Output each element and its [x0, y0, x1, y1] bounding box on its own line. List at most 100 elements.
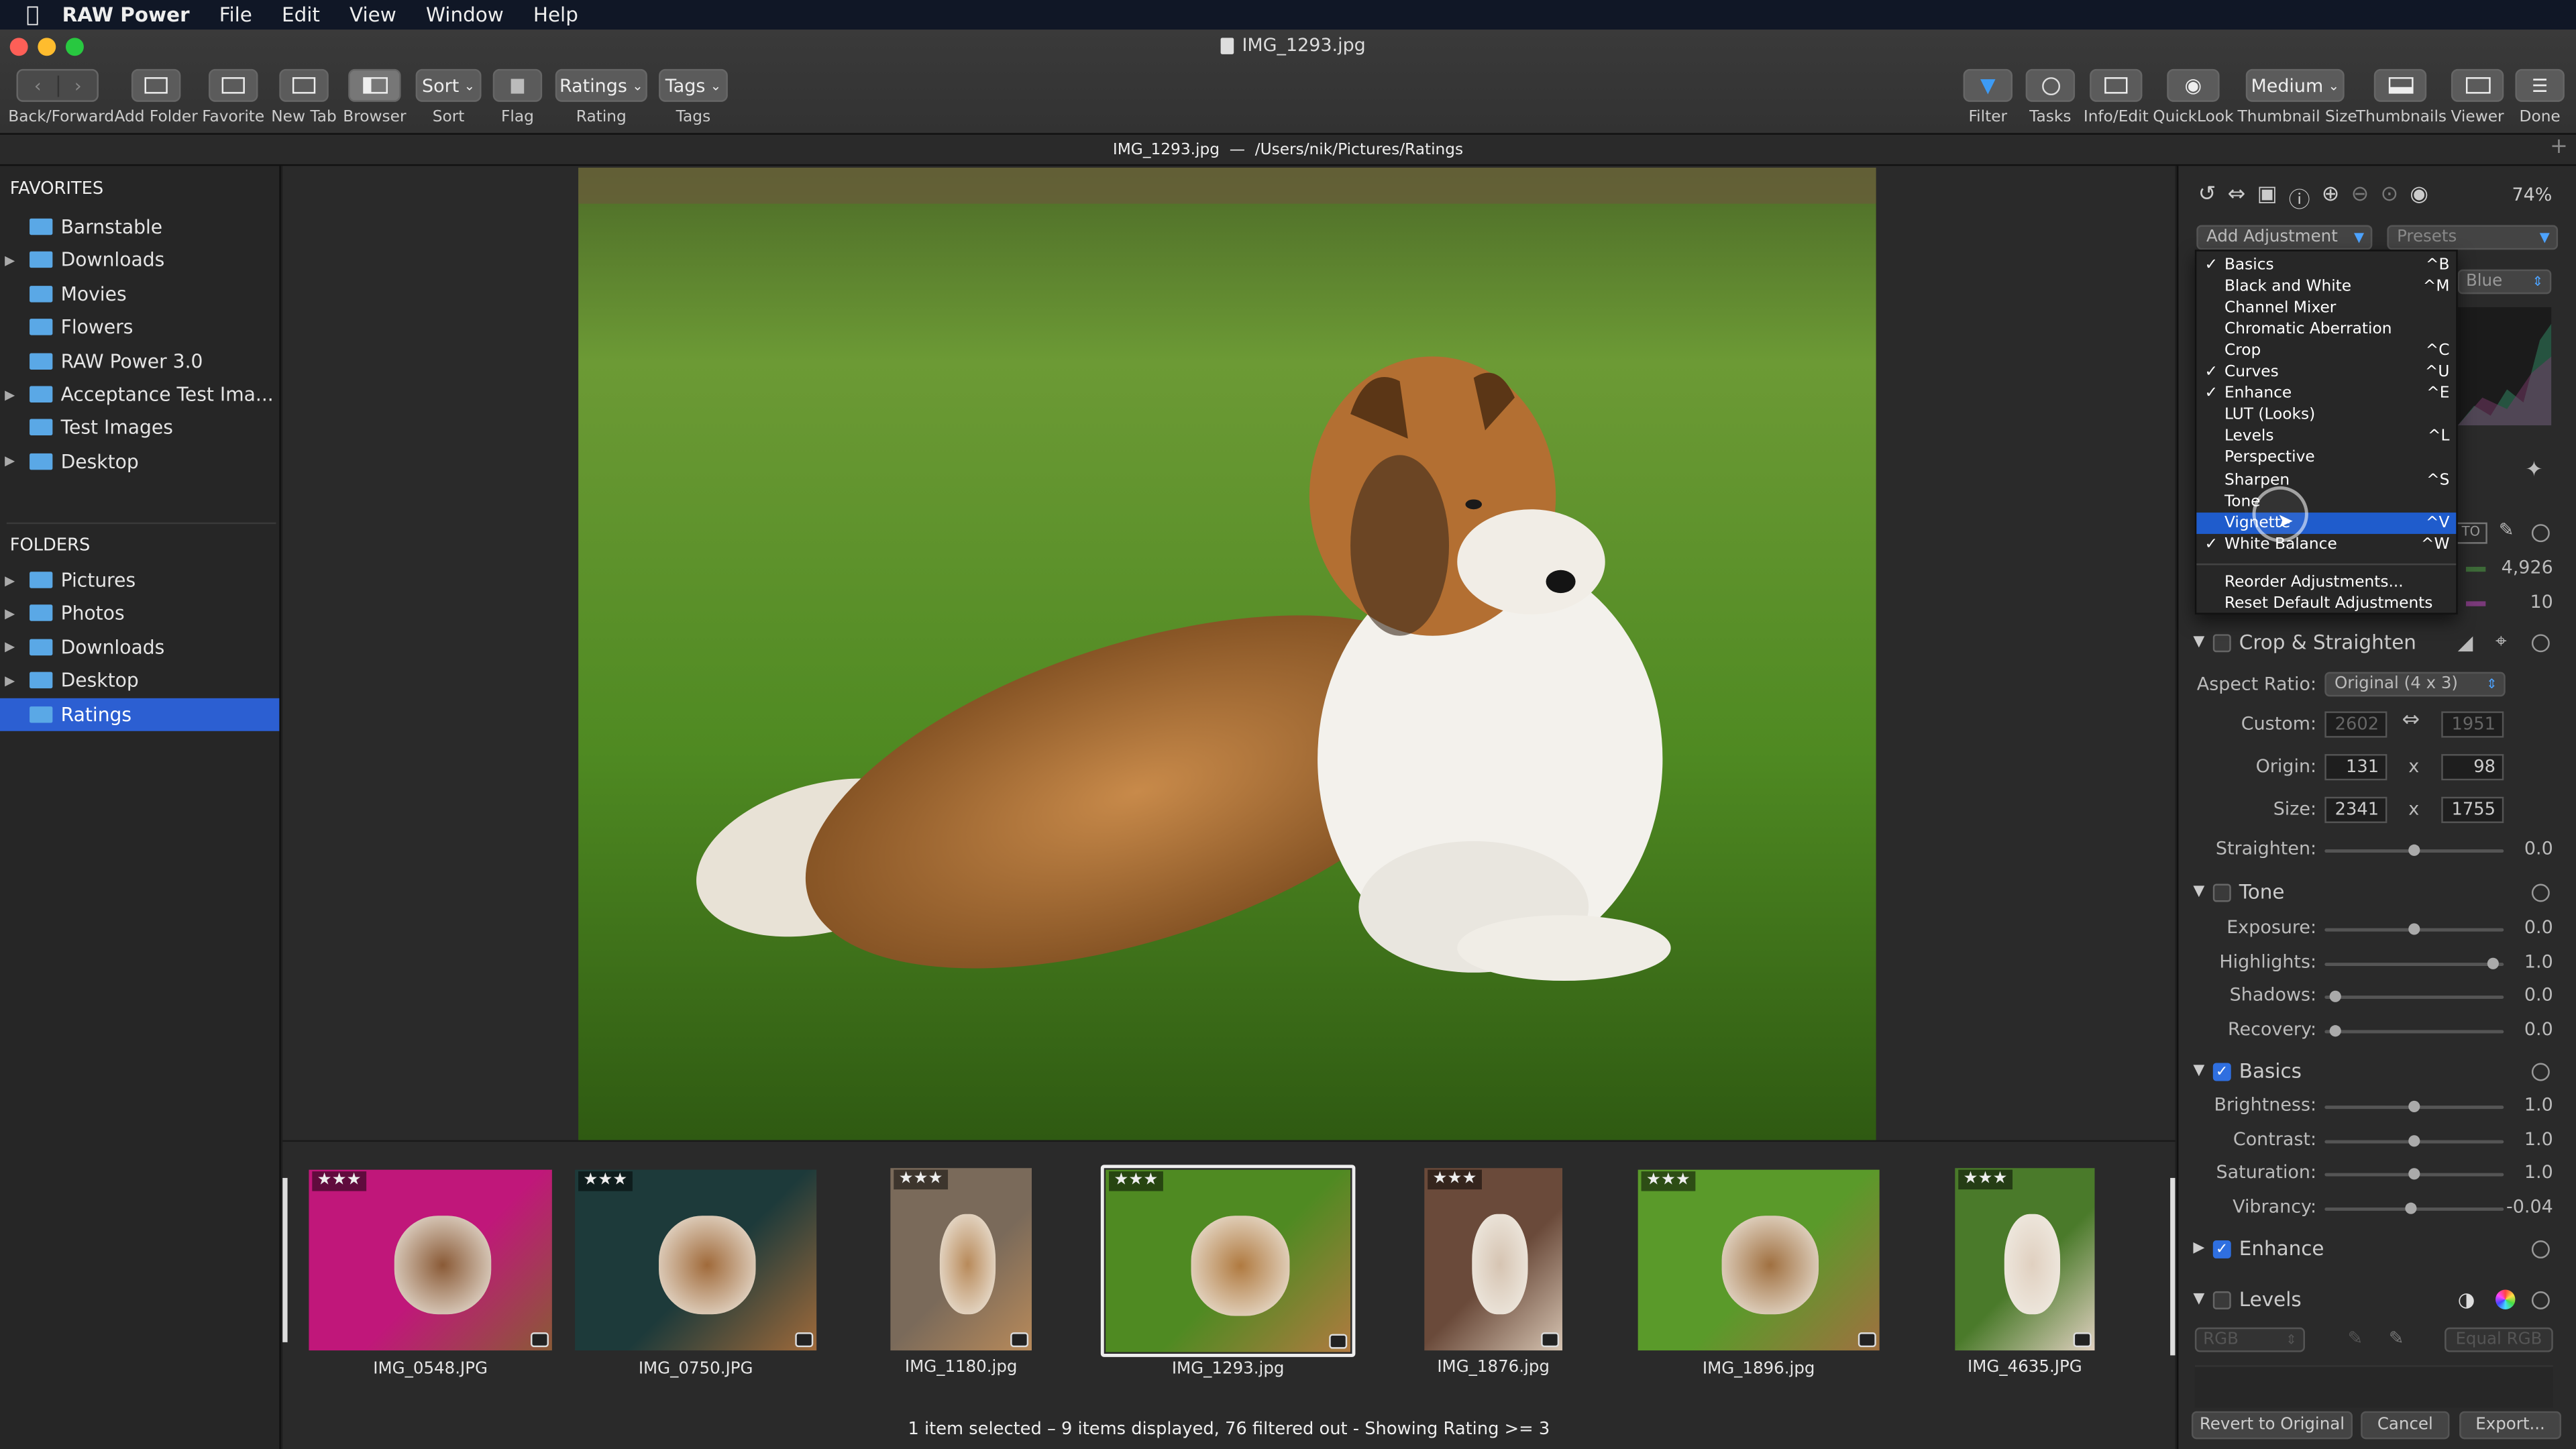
new-tab-button[interactable]: [279, 68, 329, 102]
black-point-eyedropper-icon[interactable]: ✎: [2348, 1328, 2363, 1349]
tasks-button[interactable]: [2025, 68, 2076, 102]
rotate-icon[interactable]: ↺: [2198, 182, 2216, 214]
tone-more-icon[interactable]: [2531, 883, 2550, 902]
ratings-button[interactable]: Ratings ⌄: [555, 68, 647, 102]
disclosure-open-icon[interactable]: ▼: [2193, 1063, 2204, 1079]
menu-item-enhance[interactable]: ✓ Enhance ^E: [2196, 383, 2456, 405]
sidebar-item-downloads[interactable]: ▶ Downloads: [0, 244, 279, 276]
levels-section-header[interactable]: ▼ Levels: [2193, 1288, 2301, 1311]
zoom-window-button[interactable]: [65, 38, 84, 56]
favorite-button[interactable]: [209, 68, 258, 102]
slider-track[interactable]: [2324, 961, 2504, 965]
magic-wand-icon[interactable]: ✦: [2525, 458, 2543, 483]
menu-item-chromatic-aberration[interactable]: Chromatic Aberration: [2196, 319, 2456, 340]
forward-icon[interactable]: ›: [57, 74, 97, 97]
zoom-fit-icon[interactable]: ⊙: [2380, 182, 2398, 214]
disclosure-closed-icon[interactable]: ▶: [2193, 1240, 2204, 1256]
menu-item-sharpen[interactable]: Sharpen ^S: [2196, 469, 2456, 490]
filter-button[interactable]: ▼: [1963, 68, 2013, 102]
menu-item-curves[interactable]: ✓ Curves ^U: [2196, 362, 2456, 383]
minimize-window-button[interactable]: [38, 38, 56, 56]
curves-channel-select[interactable]: Blue ⇕: [2457, 269, 2552, 294]
menu-item-black-and-white[interactable]: Black and White ^M: [2196, 276, 2456, 298]
menu-item-channel-mixer[interactable]: Channel Mixer: [2196, 297, 2456, 319]
sidebar-item-desktop[interactable]: ▶ Desktop: [0, 664, 279, 697]
menu-item-levels[interactable]: Levels ^L: [2196, 426, 2456, 447]
menu-item-vignette[interactable]: Vignette ^V: [2196, 512, 2457, 533]
slider-knob[interactable]: [2408, 1100, 2420, 1112]
menu-edit[interactable]: Edit: [282, 3, 320, 26]
cancel-button[interactable]: Cancel: [2361, 1411, 2450, 1440]
thumbnail[interactable]: ★★★: [890, 1168, 1032, 1351]
tone-enable-checkbox[interactable]: [2212, 883, 2231, 902]
sidebar-item-ratings[interactable]: Ratings: [0, 697, 280, 731]
close-window-button[interactable]: [9, 38, 28, 56]
disclosure-open-icon[interactable]: ▼: [2193, 884, 2204, 900]
custom-width-field[interactable]: 2602: [2324, 711, 2387, 738]
contrast-icon[interactable]: ◑: [2458, 1288, 2475, 1311]
zoom-in-icon[interactable]: ⊕: [2322, 182, 2340, 214]
tint-track[interactable]: [2465, 601, 2486, 606]
slider-track[interactable]: [2324, 1029, 2504, 1033]
slider-track[interactable]: [2324, 996, 2504, 999]
origin-x-field[interactable]: 131: [2324, 754, 2387, 781]
disclosure-triangle-icon[interactable]: ▶: [0, 606, 19, 621]
disclosure-triangle-icon[interactable]: ▶: [0, 639, 19, 654]
crop-enable-checkbox[interactable]: [2212, 633, 2231, 652]
disclosure-triangle-icon[interactable]: ▶: [0, 253, 19, 268]
auto-white-balance-button[interactable]: TO: [2454, 522, 2487, 544]
color-wheel-icon[interactable]: [2496, 1289, 2516, 1309]
crop-tool-icon[interactable]: ⌖: [2496, 629, 2507, 654]
menu-item-lut-looks-[interactable]: LUT (Looks): [2196, 405, 2456, 426]
sidebar-item-acceptance-test-ima-[interactable]: ▶ Acceptance Test Ima...: [0, 378, 279, 411]
sidebar-item-movies[interactable]: Movies: [0, 277, 279, 310]
basics-more-icon[interactable]: [2531, 1063, 2550, 1081]
enhance-section-header[interactable]: ▶ ✓ Enhance: [2193, 1237, 2324, 1260]
levels-histogram[interactable]: [2194, 1365, 2553, 1408]
reorder-adjustments-item[interactable]: Reorder Adjustments...: [2196, 572, 2456, 593]
basics-enable-checkbox[interactable]: ✓: [2212, 1062, 2231, 1081]
sidebar-item-raw-power-3-0[interactable]: RAW Power 3.0: [0, 344, 279, 377]
eyedropper-icon[interactable]: ✎: [2499, 519, 2514, 541]
levels-channel-select[interactable]: RGB ⇕: [2194, 1327, 2305, 1352]
main-photo[interactable]: [578, 167, 1876, 1140]
menu-item-white-balance[interactable]: ✓ White Balance ^W: [2196, 533, 2456, 555]
export-button[interactable]: Export...: [2459, 1411, 2561, 1440]
presets-button[interactable]: Presets ▼: [2387, 225, 2559, 250]
thumbnail[interactable]: ★★★: [309, 1169, 552, 1351]
menu-item-tone[interactable]: Tone: [2196, 490, 2456, 512]
crop-more-icon[interactable]: [2531, 634, 2550, 653]
quicklook-button[interactable]: ◉: [2167, 68, 2220, 102]
sidebar-item-photos[interactable]: ▶ Photos: [0, 597, 279, 630]
sidebar-item-barnstable[interactable]: Barnstable: [0, 210, 279, 243]
menu-app[interactable]: RAW Power: [62, 3, 190, 26]
disclosure-triangle-icon[interactable]: ▶: [0, 673, 19, 688]
aspect-ratio-select[interactable]: Original (4 x 3) ⇕: [2324, 672, 2506, 697]
crop-section-header[interactable]: ▼ Crop & Straighten: [2193, 631, 2416, 653]
disclosure-triangle-icon[interactable]: ▶: [0, 387, 19, 402]
straighten-slider-knob[interactable]: [2408, 844, 2420, 856]
size-height-field[interactable]: 1755: [2441, 796, 2504, 823]
filmstrip-scroll-right[interactable]: [2170, 1177, 2176, 1356]
sidebar-item-pictures[interactable]: ▶ Pictures: [0, 564, 279, 596]
more-options-icon[interactable]: [2531, 524, 2550, 543]
equal-rgb-button[interactable]: Equal RGB: [2445, 1327, 2553, 1352]
tone-section-header[interactable]: ▼ Tone: [2193, 881, 2284, 904]
slider-knob[interactable]: [2408, 1168, 2420, 1180]
add-tab-icon[interactable]: +: [2550, 135, 2568, 160]
disclosure-triangle-icon[interactable]: ▶: [0, 572, 19, 587]
thumbnail[interactable]: ★★★: [575, 1169, 817, 1351]
enhance-enable-checkbox[interactable]: ✓: [2212, 1239, 2231, 1258]
basics-section-header[interactable]: ▼ ✓ Basics: [2193, 1060, 2302, 1083]
menu-file[interactable]: File: [219, 3, 252, 26]
add-adjustment-button[interactable]: Add Adjustment ▼: [2196, 225, 2373, 250]
tags-button[interactable]: Tags ⌄: [659, 68, 728, 102]
thumbnail-size-button[interactable]: Medium ⌄: [2245, 68, 2345, 102]
thumbnail[interactable]: ★★★: [1955, 1168, 2095, 1351]
menu-item-basics[interactable]: ✓ Basics ^B: [2196, 255, 2456, 276]
slider-knob[interactable]: [2487, 957, 2499, 969]
origin-y-field[interactable]: 98: [2441, 754, 2504, 781]
slider-knob[interactable]: [2408, 923, 2420, 935]
info-edit-button[interactable]: [2090, 68, 2143, 102]
apple-icon[interactable]: : [26, 3, 39, 28]
